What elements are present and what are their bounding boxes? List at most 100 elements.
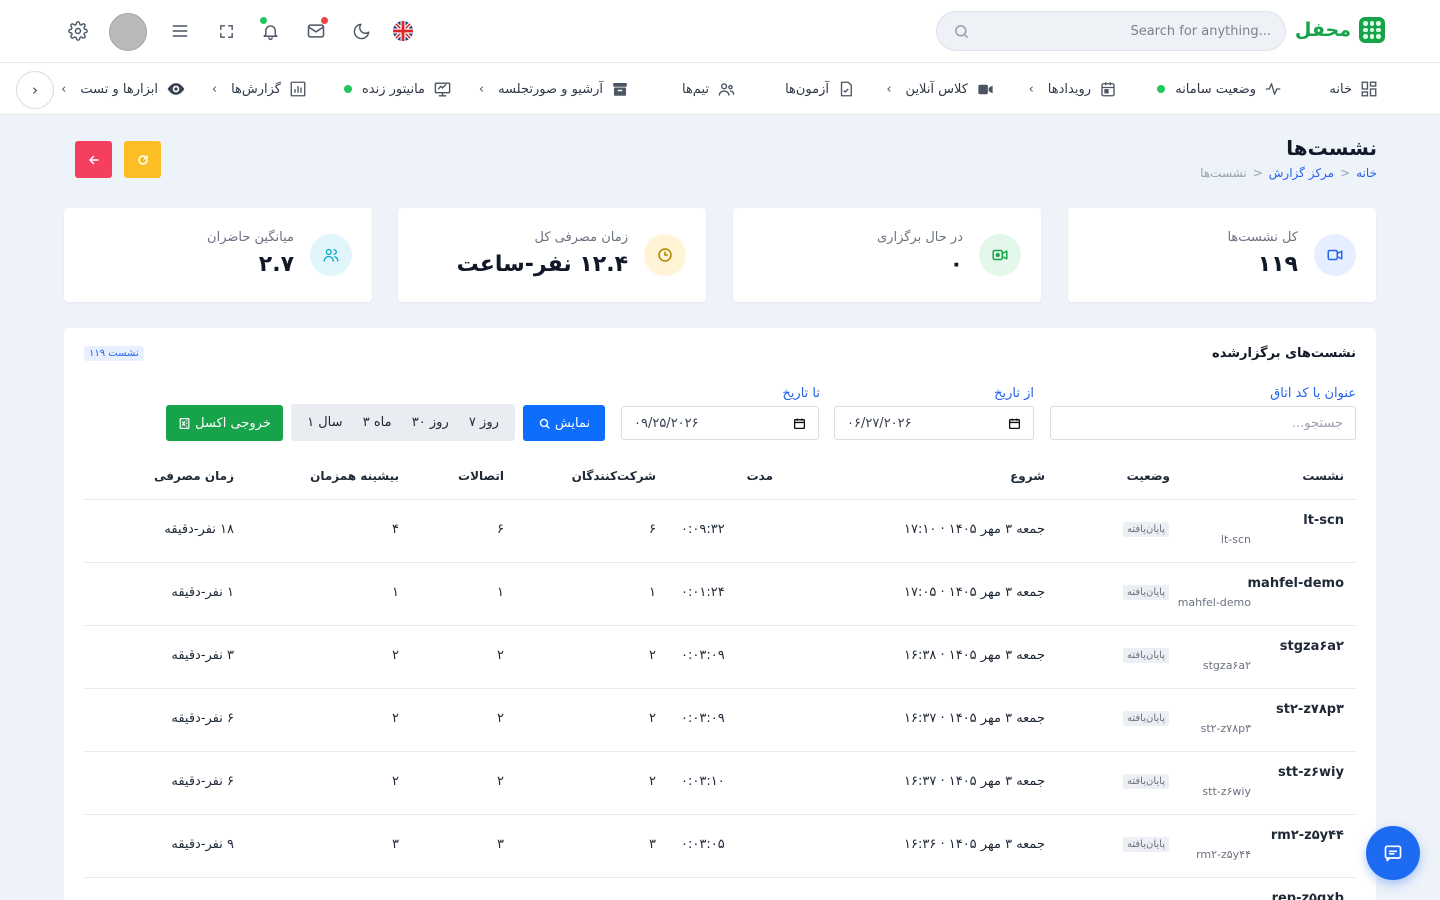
col-participants[interactable]: شرکت‌کنندگان [572, 469, 656, 483]
from-date-field[interactable]: ۰۶/۲۷/۲۰۲۶ [834, 406, 1034, 440]
global-search[interactable] [936, 11, 1286, 51]
nav-item-system-status[interactable]: وضعیت سامانه [1157, 77, 1282, 101]
bell-icon [262, 24, 278, 40]
col-duration[interactable]: مدت [747, 469, 773, 483]
avatar[interactable] [109, 13, 147, 51]
chevron-down-icon: ‹ [886, 81, 892, 97]
col-session[interactable]: نشست [1302, 469, 1344, 483]
nav-home-label: خانه [1329, 81, 1352, 97]
session-name[interactable]: stt-z۶wiy [1278, 765, 1344, 780]
app-logo[interactable]: محفل [1295, 17, 1385, 43]
page-title: نشست‌ها [1286, 136, 1377, 160]
room-search-input[interactable] [1051, 407, 1355, 439]
room-search-field[interactable] [1050, 406, 1356, 440]
archive-icon [613, 83, 627, 96]
logo-mark-icon [1359, 17, 1385, 43]
breadcrumb-current: نشست‌ها [1200, 166, 1247, 180]
sessions-panel: نشست‌های برگزارشده ۱۱۹ نشست عنوان یا کد … [64, 328, 1376, 900]
range-30-days[interactable]: ۳۰ روز [412, 415, 449, 430]
language-switch[interactable] [391, 19, 415, 43]
session-name[interactable]: rm۲-z۵y۴۴ [1271, 828, 1344, 843]
breadcrumb-home[interactable]: خانه [1356, 166, 1377, 180]
range-3-months[interactable]: ۳ ماه [363, 415, 392, 430]
nav-item-home[interactable]: خانه [1329, 77, 1378, 101]
cell-participants: ۳ [649, 837, 656, 852]
chat-button[interactable] [1366, 826, 1420, 880]
nav-item-exams[interactable]: آزمون‌ها [785, 77, 855, 101]
col-start[interactable]: شروع [1010, 469, 1045, 483]
session-name[interactable]: rep-z۵qxb [1272, 891, 1344, 900]
nav-reports-label: گزارش‌ها [231, 81, 281, 97]
back-button[interactable] [75, 141, 112, 178]
table-row[interactable]: lt-scn lt-scn پایان‌یافته جمعه ۳ مهر ۱۴۰۵ ·… [84, 500, 1356, 563]
table-row[interactable]: stt-z۶wiy stt-z۶wiy پایان‌یافته جمعه ۳ مهر … [84, 752, 1356, 815]
session-name[interactable]: stgza۶a۲ [1280, 639, 1344, 654]
nav-item-events[interactable]: رویدادها ‹ [1029, 77, 1117, 101]
menu-button[interactable] [168, 19, 192, 43]
stat-card-total-usage: زمان مصرفی کل ۱۲.۴ نفر-ساعت [398, 208, 706, 302]
stat-value: ۱۲.۴ نفر-ساعت [456, 252, 628, 277]
settings-button[interactable] [66, 19, 90, 43]
nav-scroll-button[interactable]: › [16, 71, 54, 109]
cell-connections: ۲ [497, 711, 504, 726]
session-name[interactable]: lt-scn [1303, 513, 1344, 528]
session-code: stgza۶a۲ [1202, 659, 1251, 672]
eye-icon [167, 83, 185, 95]
stat-label: زمان مصرفی کل [534, 230, 628, 245]
nav-item-teams[interactable]: تیم‌ها [682, 77, 736, 101]
session-name[interactable]: st۲-z۷۸p۳ [1276, 702, 1344, 717]
table-header: نشست وضعیت شروع مدت شرکت‌کنندگان اتصالات… [84, 459, 1356, 500]
table-row[interactable]: mahfel-demo mahfel-demo پایان‌یافته جمعه ۳ … [84, 563, 1356, 626]
stat-label: کل نشست‌ها [1227, 230, 1298, 245]
status-badge: پایان‌یافته [1123, 837, 1169, 852]
nav-item-live-monitor[interactable]: مانیتور زنده [343, 77, 452, 101]
nav-events-label: رویدادها [1047, 81, 1091, 97]
clock-icon [644, 234, 686, 276]
nav-item-tools[interactable]: ابزارها و تست ‹ [61, 77, 186, 101]
mail-button[interactable] [304, 17, 328, 43]
nav-system-status-label: وضعیت سامانه [1175, 81, 1256, 97]
nav-item-reports[interactable]: گزارش‌ها ‹ [212, 77, 307, 101]
table-row[interactable]: st۲-z۷۸p۳ st۲-z۷۸p۳ پایان‌یافته جمعه ۳ مهر … [84, 689, 1356, 752]
calendar-icon[interactable] [793, 417, 806, 430]
theme-toggle[interactable] [349, 19, 373, 43]
status-badge: پایان‌یافته [1123, 522, 1169, 537]
status-badge: پایان‌یافته [1123, 774, 1169, 789]
table-row[interactable]: stgza۶a۲ stgza۶a۲ پایان‌یافته جمعه ۳ مهر ۱۴… [84, 626, 1356, 689]
cell-max-concurrent: ۳ [392, 837, 399, 852]
calendar-icon [1101, 82, 1115, 97]
nav-item-online-class[interactable]: کلاس آنلاین ‹ [886, 77, 995, 101]
calendar-icon[interactable] [1008, 417, 1021, 430]
col-max-concurrent[interactable]: بیشینه همزمان [310, 469, 399, 483]
refresh-icon [137, 154, 148, 165]
notifications-button[interactable] [258, 17, 282, 43]
excel-export-button[interactable]: خروجی اکسل [166, 405, 283, 441]
col-usage[interactable]: زمان مصرفی [154, 469, 234, 483]
excel-button-label: خروجی اکسل [195, 415, 271, 431]
breadcrumb-report-center[interactable]: مرکز گزارش [1269, 166, 1334, 180]
fullscreen-button[interactable] [214, 19, 238, 43]
refresh-button[interactable] [124, 141, 161, 178]
table-row[interactable]: rep-z۵qxb [84, 878, 1356, 900]
cell-usage: ۱۸ نفر-دقیقه [164, 522, 234, 537]
stat-value: ۱۱۹ [1257, 252, 1298, 277]
chevron-right-icon: › [32, 81, 38, 99]
table-row[interactable]: rm۲-z۵y۴۴ rm۲-z۵y۴۴ پایان‌یافته جمعه ۳ مهر … [84, 815, 1356, 878]
chevron-down-icon: ‹ [61, 81, 67, 97]
monitor-icon [434, 81, 451, 97]
search-icon [955, 25, 968, 38]
nav-item-archive[interactable]: آرشیو و صورتجلسه ‹ [479, 77, 629, 101]
session-name[interactable]: mahfel-demo [1248, 576, 1345, 591]
range-1-year[interactable]: ۱ سال [307, 415, 342, 430]
search-input[interactable] [981, 12, 1271, 50]
show-button[interactable]: نمایش [523, 405, 605, 441]
col-status[interactable]: وضعیت [1127, 469, 1170, 483]
col-connections[interactable]: اتصالات [458, 469, 504, 483]
live-indicator-dot [343, 85, 352, 93]
cell-connections: ۳ [497, 837, 504, 852]
to-date-field[interactable]: ۰۹/۲۵/۲۰۲۶ [621, 406, 819, 440]
range-7-days[interactable]: ۷ روز [469, 415, 499, 430]
cell-participants: ۱ [649, 585, 656, 600]
top-bar: محفل [0, 0, 1440, 63]
search-icon [539, 418, 550, 429]
